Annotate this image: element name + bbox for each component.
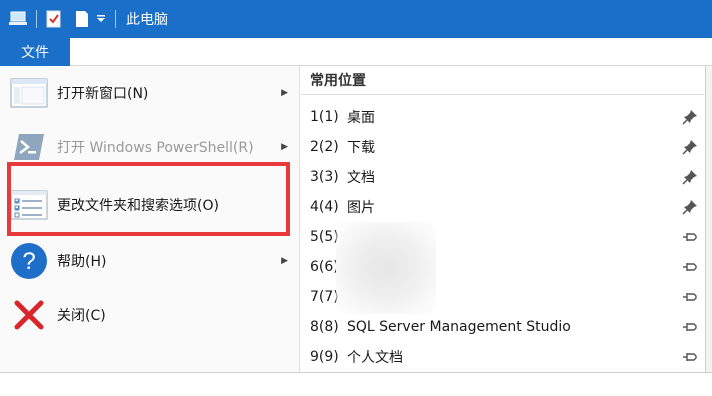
explorer-content-edge <box>0 372 712 396</box>
frequent-item[interactable]: 4(4) 图片 <box>301 192 706 222</box>
divider <box>301 94 706 95</box>
item-name: 文档 <box>347 170 375 186</box>
menu-item-help[interactable]: ? 帮助(H) ▶ <box>0 235 300 287</box>
item-number: 7(7) <box>310 289 339 305</box>
item-number: 4(4) <box>310 199 339 215</box>
blurred-region <box>336 222 436 314</box>
pinned-icon[interactable] <box>682 109 698 125</box>
submenu-arrow-icon: ▶ <box>281 88 288 98</box>
file-tab[interactable]: 文件 <box>0 38 70 66</box>
svg-text:?: ? <box>22 248 35 275</box>
file-menu-commands: 打开新窗口(N) ▶ 打开 Windows PowerShell(R) ▶ 更改… <box>0 66 300 372</box>
item-number: 3(3) <box>310 169 339 185</box>
frequent-item[interactable]: 9(9) 个人文档 <box>301 342 706 372</box>
frequent-item[interactable]: 3(3) 文档 <box>301 162 706 192</box>
frequent-item[interactable]: 2(2) 下载 <box>301 132 706 162</box>
new-folder-icon[interactable] <box>71 8 93 30</box>
item-name: 图片 <box>347 200 375 216</box>
powershell-icon <box>9 127 49 167</box>
frequent-item[interactable]: 1(1) 桌面 <box>301 102 706 132</box>
item-name: SQL Server Management Studio <box>347 319 571 335</box>
new-window-icon <box>9 73 49 113</box>
frequent-places-panel: 常用位置 1(1) 桌面 2(2) 下载 3(3) 文档 4(4) 图片 5(5… <box>301 66 706 372</box>
customize-toolbar-icon[interactable] <box>93 8 109 30</box>
item-name: 个人文档 <box>347 350 403 366</box>
item-number: 8(8) <box>310 319 339 335</box>
pinned-icon[interactable] <box>682 139 698 155</box>
pinned-icon[interactable] <box>682 199 698 215</box>
properties-icon[interactable] <box>43 8 65 30</box>
item-number: 9(9) <box>310 349 339 365</box>
item-number: 6(6) <box>310 259 339 275</box>
unpinned-icon[interactable] <box>682 319 698 335</box>
help-icon: ? <box>9 241 49 281</box>
window-title: 此电脑 <box>126 12 168 28</box>
window-edge <box>706 66 712 372</box>
unpinned-icon[interactable] <box>682 349 698 365</box>
unpinned-icon[interactable] <box>682 229 698 245</box>
separator <box>36 10 37 28</box>
menu-item-label: 打开新窗口(N) <box>57 86 149 102</box>
separator <box>115 10 116 28</box>
unpinned-icon[interactable] <box>682 289 698 305</box>
computer-icon[interactable] <box>8 8 30 30</box>
unpinned-icon[interactable] <box>682 259 698 275</box>
menu-item-open-new-window[interactable]: 打开新窗口(N) ▶ <box>0 67 300 119</box>
pinned-icon[interactable] <box>682 169 698 185</box>
title-bar: 此电脑 <box>0 0 712 38</box>
item-name: 下载 <box>347 140 375 156</box>
frequent-item[interactable]: 8(8) SQL Server Management Studio <box>301 312 706 342</box>
file-menu: 打开新窗口(N) ▶ 打开 Windows PowerShell(R) ▶ 更改… <box>0 66 706 372</box>
menu-item-label: 关闭(C) <box>57 308 106 324</box>
submenu-arrow-icon: ▶ <box>281 142 288 152</box>
close-icon <box>9 295 49 335</box>
frequent-places-title: 常用位置 <box>310 73 366 89</box>
ribbon: 文件 <box>0 38 712 66</box>
menu-item-label: 帮助(H) <box>57 254 107 270</box>
item-name: 桌面 <box>347 110 375 126</box>
submenu-arrow-icon: ▶ <box>281 256 288 266</box>
item-number: 5(5) <box>310 229 339 245</box>
item-number: 1(1) <box>310 109 339 125</box>
item-number: 2(2) <box>310 139 339 155</box>
highlight-box <box>7 162 290 236</box>
menu-item-close[interactable]: 关闭(C) <box>0 289 300 341</box>
menu-item-label: 打开 Windows PowerShell(R) <box>57 140 254 156</box>
